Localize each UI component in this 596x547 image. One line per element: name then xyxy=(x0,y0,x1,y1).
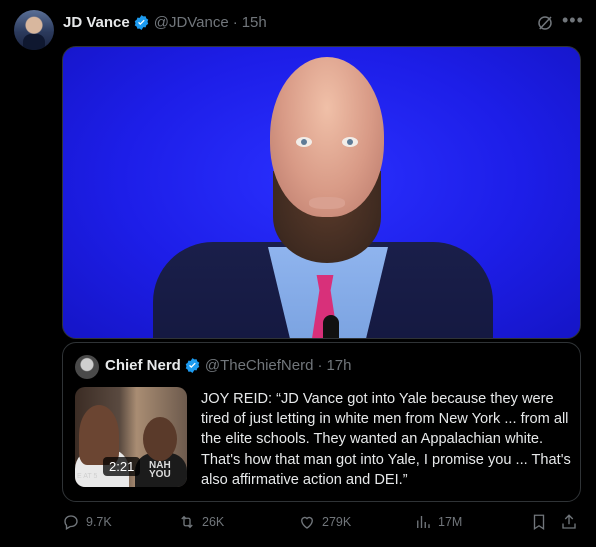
thumb-shirt-text-2: YOU xyxy=(149,469,171,480)
reply-button[interactable]: 9.7K xyxy=(62,513,112,531)
video-duration: 2:21 xyxy=(103,457,141,476)
heart-icon xyxy=(301,516,313,529)
quoted-author-name[interactable]: Chief Nerd xyxy=(105,357,181,374)
author-handle[interactable]: @JDVance xyxy=(154,14,229,31)
tweet-timestamp[interactable]: 15h xyxy=(242,14,267,31)
share-icon xyxy=(562,514,576,529)
quoted-tweet-text: JOY REID: “JD Vance got into Yale becaus… xyxy=(201,391,571,488)
verified-badge-icon xyxy=(134,14,148,30)
author-name[interactable]: JD Vance xyxy=(63,14,130,31)
reply-count: 9.7K xyxy=(86,515,112,529)
quoted-tweet-header: Chief Nerd @TheChiefNerd · 17h xyxy=(105,357,351,374)
repost-count: 26K xyxy=(202,515,225,529)
tweet-media-image[interactable] xyxy=(62,46,581,339)
thumb-person-left xyxy=(79,405,119,465)
like-button[interactable]: 279K xyxy=(298,513,351,531)
image-mouth xyxy=(309,197,345,209)
thumb-person-right xyxy=(143,417,177,461)
quoted-author-avatar[interactable] xyxy=(75,355,99,379)
share-button[interactable] xyxy=(560,513,578,531)
separator-dot: · xyxy=(232,13,238,31)
video-thumbnail[interactable]: NAH YOU E AT 5 2:21 xyxy=(75,387,187,487)
thumb-corner-text: E AT 5 xyxy=(77,473,98,480)
repost-icon xyxy=(181,515,193,529)
bookmark-button[interactable] xyxy=(530,513,548,531)
separator-dot: · xyxy=(317,357,323,374)
image-eye-left xyxy=(296,137,312,147)
author-avatar[interactable] xyxy=(14,10,54,50)
action-bar: 9.7K 26K 279K 17M xyxy=(62,510,579,536)
quoted-author-handle[interactable]: @TheChiefNerd xyxy=(205,357,314,374)
reply-icon xyxy=(64,515,78,530)
quoted-tweet-card[interactable]: Chief Nerd @TheChiefNerd · 17h NAH YOU E … xyxy=(62,342,581,502)
image-eye-right xyxy=(342,137,358,147)
grok-icon[interactable] xyxy=(536,14,554,32)
like-count: 279K xyxy=(322,515,352,529)
image-head xyxy=(270,57,384,217)
quoted-timestamp[interactable]: 17h xyxy=(326,357,351,374)
views-button[interactable]: 17M xyxy=(414,513,462,531)
views-count: 17M xyxy=(438,515,463,529)
thumb-shirt-text: NAH YOU xyxy=(149,461,171,480)
bookmark-icon xyxy=(533,514,545,531)
avatar-figure xyxy=(23,34,45,50)
repost-button[interactable]: 26K xyxy=(178,513,224,531)
views-icon xyxy=(417,516,430,528)
tweet-header: JD Vance @JDVance · 15h xyxy=(63,11,267,33)
verified-badge-icon xyxy=(185,358,200,373)
more-options-icon[interactable]: ••• xyxy=(562,10,584,31)
image-microphone xyxy=(323,315,339,338)
